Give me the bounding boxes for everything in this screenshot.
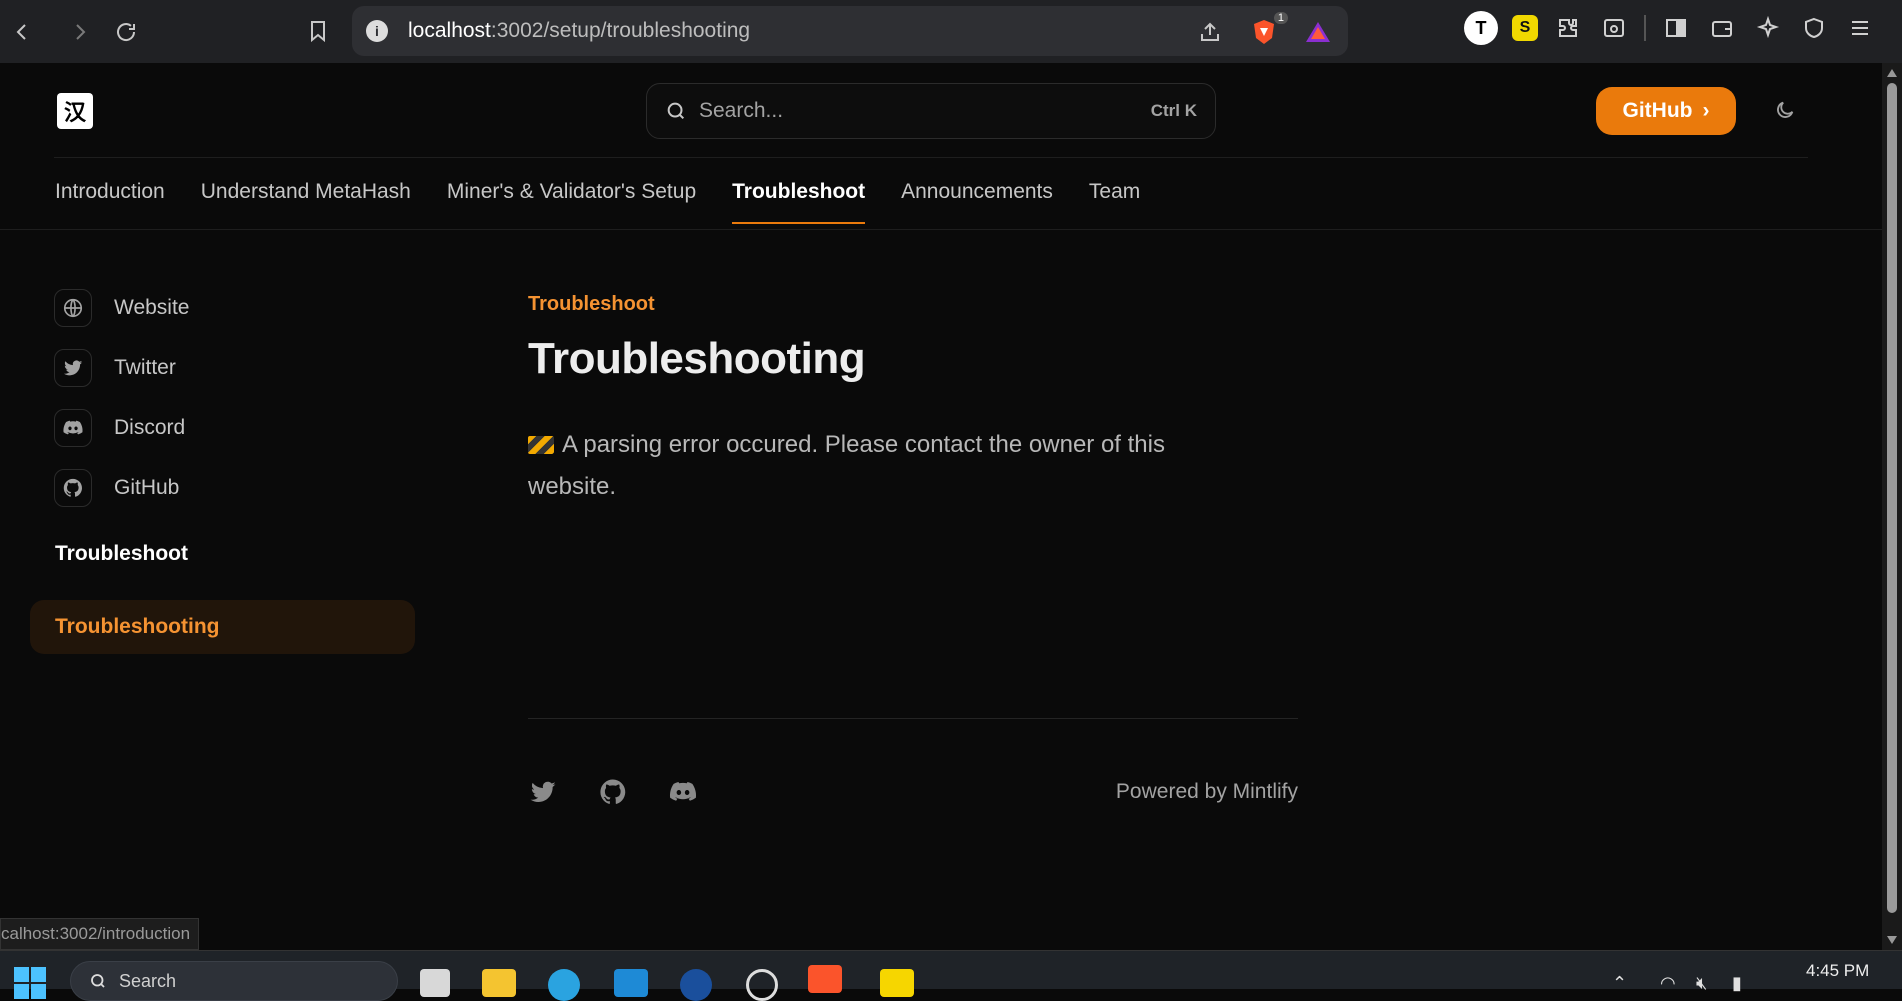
tab-announcements[interactable]: Announcements bbox=[901, 180, 1053, 224]
taskbar-clock[interactable]: 4:45 PM bbox=[1806, 961, 1869, 981]
sticky-notes-icon[interactable] bbox=[880, 969, 914, 997]
wifi-icon[interactable]: ◠ bbox=[1660, 973, 1676, 994]
main-content: Troubleshoot Troubleshooting A parsing e… bbox=[528, 293, 1298, 508]
twitter-icon bbox=[54, 349, 92, 387]
task-view-icon[interactable] bbox=[420, 969, 450, 997]
chevron-up-icon[interactable]: ⌃ bbox=[1612, 973, 1627, 994]
windows-start-icon[interactable] bbox=[14, 967, 46, 999]
bookmark-icon[interactable] bbox=[298, 11, 338, 51]
back-icon[interactable] bbox=[2, 12, 42, 52]
header-divider bbox=[54, 157, 1808, 158]
teamviewer-icon[interactable] bbox=[680, 969, 712, 1001]
tab-troubleshoot[interactable]: Troubleshoot bbox=[732, 180, 866, 224]
page-title: Troubleshooting bbox=[528, 334, 866, 383]
search-icon bbox=[667, 102, 685, 120]
scroll-up-icon[interactable] bbox=[1887, 69, 1897, 77]
chatgpt-icon[interactable] bbox=[746, 969, 778, 1001]
sidebar: Website Twitter Discord GitHub Troublesh… bbox=[30, 278, 420, 654]
github-button-label: GitHub bbox=[1622, 99, 1693, 122]
search-icon bbox=[91, 974, 105, 988]
powered-by-link[interactable]: Powered by Mintlify bbox=[1100, 780, 1298, 804]
brave-rewards-icon[interactable] bbox=[1302, 16, 1334, 48]
page-viewport: 汉 Search... Ctrl K GitHub › Introduction… bbox=[0, 63, 1882, 950]
discord-icon bbox=[54, 409, 92, 447]
profile-avatar[interactable]: T bbox=[1464, 11, 1498, 45]
extension-s-icon[interactable]: S bbox=[1512, 15, 1538, 41]
tab-team[interactable]: Team bbox=[1089, 180, 1140, 224]
url-host: localhost bbox=[408, 19, 491, 42]
telegram-icon[interactable] bbox=[548, 969, 580, 1001]
forward-icon[interactable] bbox=[60, 12, 100, 52]
github-button[interactable]: GitHub › bbox=[1596, 87, 1736, 135]
page-scrollbar[interactable] bbox=[1882, 63, 1902, 950]
tab-setup[interactable]: Miner's & Validator's Setup bbox=[447, 180, 696, 224]
sidebar-link-twitter[interactable]: Twitter bbox=[30, 338, 420, 398]
share-icon[interactable] bbox=[1194, 16, 1226, 48]
sidebar-item-troubleshooting[interactable]: Troubleshooting bbox=[30, 600, 415, 654]
reader-mode-icon[interactable] bbox=[1598, 12, 1630, 44]
search-shortcut: Ctrl K bbox=[1150, 101, 1197, 120]
vpn-shield-icon[interactable] bbox=[1798, 12, 1830, 44]
taskbar-search[interactable]: Search bbox=[70, 961, 398, 1001]
browser-toolbar: i localhost:3002/setup/troubleshooting 1… bbox=[0, 0, 1902, 63]
search-placeholder: Search... bbox=[699, 99, 784, 122]
sidebar-link-label: GitHub bbox=[114, 476, 180, 499]
taskbar-search-placeholder: Search bbox=[119, 970, 177, 991]
extensions-puzzle-icon[interactable] bbox=[1552, 12, 1584, 44]
battery-icon[interactable]: ▮ bbox=[1732, 973, 1742, 994]
sidebar-toggle-icon[interactable] bbox=[1660, 12, 1692, 44]
chevron-right-icon: › bbox=[1702, 99, 1710, 122]
twitter-icon[interactable] bbox=[528, 777, 558, 807]
vscode-icon[interactable] bbox=[614, 969, 648, 997]
footer-social-links bbox=[528, 777, 698, 807]
sidebar-link-label: Discord bbox=[114, 416, 186, 439]
moon-icon[interactable] bbox=[1770, 95, 1800, 125]
scroll-down-icon[interactable] bbox=[1887, 936, 1897, 944]
volume-muted-icon[interactable]: 🔇︎ bbox=[1696, 973, 1707, 994]
construction-icon bbox=[528, 436, 554, 454]
sidebar-link-discord[interactable]: Discord bbox=[30, 398, 420, 458]
sidebar-link-label: Twitter bbox=[114, 356, 176, 379]
reload-icon[interactable] bbox=[106, 12, 146, 52]
url-text[interactable]: localhost:3002/setup/troubleshooting bbox=[408, 19, 750, 43]
top-nav-tabs: Introduction Understand MetaHash Miner's… bbox=[55, 180, 1140, 224]
sidebar-link-website[interactable]: Website bbox=[30, 278, 420, 338]
windows-taskbar: Search ⌃ ◠ 🔇︎ ▮ 4:45 PM bbox=[0, 950, 1902, 1001]
site-logo[interactable]: 汉 bbox=[57, 93, 93, 129]
sidebar-link-label: Website bbox=[114, 296, 190, 319]
error-message: A parsing error occured. Please contact … bbox=[528, 424, 1228, 508]
url-path: :3002/setup/troubleshooting bbox=[490, 19, 751, 42]
shield-badge: 1 bbox=[1273, 12, 1288, 24]
site-info-icon[interactable]: i bbox=[366, 20, 388, 42]
github-icon[interactable] bbox=[598, 777, 628, 807]
footer-divider bbox=[528, 718, 1298, 719]
discord-icon[interactable] bbox=[668, 777, 698, 807]
page-eyebrow: Troubleshoot bbox=[528, 293, 655, 315]
sidebar-section-title: Troubleshoot bbox=[55, 542, 188, 565]
divider bbox=[1644, 15, 1646, 41]
wallet-icon[interactable] bbox=[1706, 12, 1738, 44]
brave-shield-icon[interactable]: 1 bbox=[1248, 12, 1288, 48]
leo-ai-icon[interactable] bbox=[1752, 12, 1784, 44]
address-bar[interactable]: i localhost:3002/setup/troubleshooting 1 bbox=[352, 6, 1348, 56]
tab-understand-metahash[interactable]: Understand MetaHash bbox=[201, 180, 411, 224]
tab-introduction[interactable]: Introduction bbox=[55, 180, 165, 224]
github-icon bbox=[54, 469, 92, 507]
search-input[interactable]: Search... Ctrl K bbox=[646, 83, 1216, 139]
scrollbar-thumb[interactable] bbox=[1887, 83, 1897, 913]
error-message-text: A parsing error occured. Please contact … bbox=[528, 431, 1165, 500]
globe-icon bbox=[54, 289, 92, 327]
menu-icon[interactable] bbox=[1844, 12, 1876, 44]
sidebar-link-github[interactable]: GitHub bbox=[30, 458, 420, 518]
status-bar-url: calhost:3002/introduction bbox=[0, 918, 200, 950]
site-header: 汉 Search... Ctrl K GitHub › Introduction… bbox=[0, 63, 1882, 230]
file-explorer-icon[interactable] bbox=[482, 969, 516, 997]
